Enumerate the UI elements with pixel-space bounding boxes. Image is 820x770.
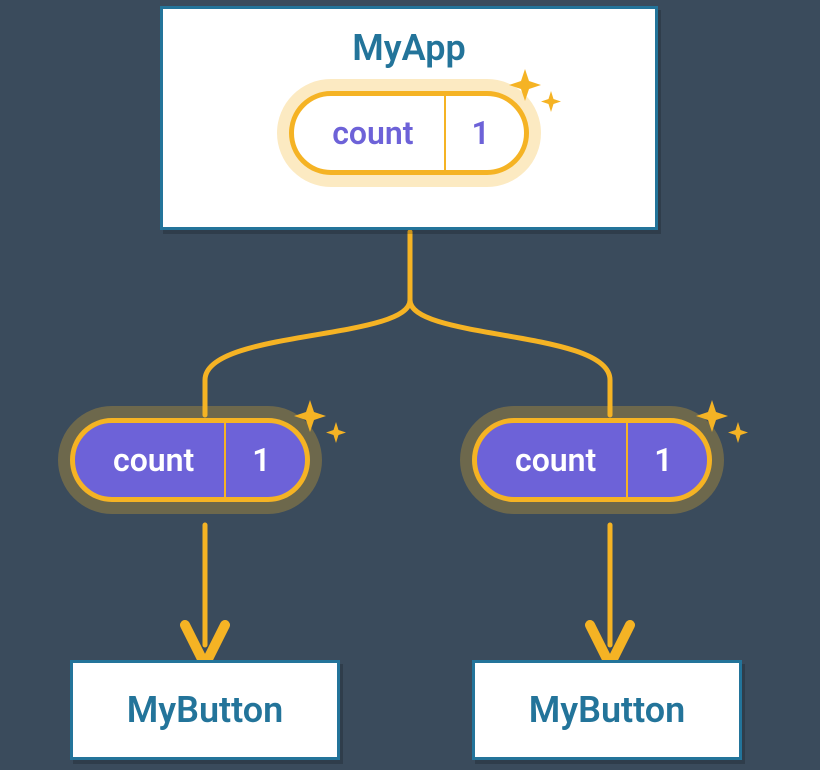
child-component-box-left: MyButton [70, 660, 340, 760]
sparkle-icon [290, 394, 354, 458]
diagram-stage: MyApp count 1 count 1 [0, 0, 820, 770]
state-pill-label: count [294, 96, 445, 170]
prop-pill-left: count 1 [70, 418, 310, 502]
sparkle-icon [692, 394, 756, 458]
prop-pill-wrap: count 1 [70, 418, 310, 502]
prop-pill-label: count [477, 423, 628, 497]
parent-component-box: MyApp count 1 [160, 6, 658, 230]
prop-pill-right: count 1 [472, 418, 712, 502]
prop-pill-label: count [75, 423, 226, 497]
child-component-title: MyButton [127, 689, 284, 731]
prop-pill-wrap: count 1 [472, 418, 712, 502]
prop-pill-body: count 1 [70, 418, 310, 502]
sparkle-icon [505, 63, 569, 127]
state-pill: count 1 [289, 91, 529, 175]
parent-component-title: MyApp [352, 27, 465, 69]
state-pill-body: count 1 [289, 91, 529, 175]
prop-pill-body: count 1 [472, 418, 712, 502]
child-component-box-right: MyButton [472, 660, 742, 760]
child-component-title: MyButton [529, 689, 686, 731]
